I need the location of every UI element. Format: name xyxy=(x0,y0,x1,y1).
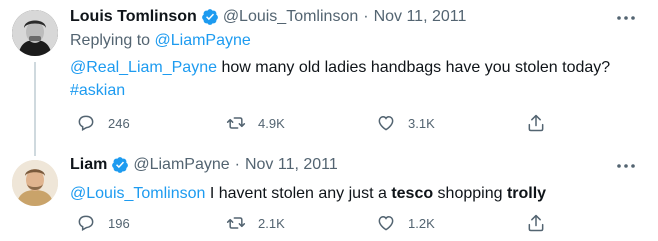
verified-badge-icon xyxy=(201,9,218,25)
share-icon xyxy=(528,214,544,232)
hashtag-link[interactable]: #askian xyxy=(70,82,125,99)
tweet-text-part: shopping xyxy=(433,185,507,202)
tweet-text-bold: trolly xyxy=(506,185,547,202)
tweet-text: @Real_Liam_Payne how many old ladies han… xyxy=(70,56,644,102)
replying-to: Replying to @LiamPayne xyxy=(70,32,644,54)
tweet-header: Louis Tomlinson @Louis_Tomlinson · Nov 1… xyxy=(70,6,644,28)
display-name[interactable]: Liam xyxy=(70,156,107,174)
tweet-content: Liam @LiamPayne · Nov 11, 2011 @Louis_To… xyxy=(70,154,644,205)
retweet-count: 2.1K xyxy=(258,215,285,231)
retweet-count: 4.9K xyxy=(258,115,285,131)
like-button[interactable]: 3.1K xyxy=(370,113,520,133)
tweet-content: Louis Tomlinson @Louis_Tomlinson · Nov 1… xyxy=(70,6,644,102)
tweet-liam[interactable]: Liam @LiamPayne · Nov 11, 2011 @Louis_To… xyxy=(0,148,658,241)
like-count: 3.1K xyxy=(408,115,435,131)
handle[interactable]: @Louis_Tomlinson xyxy=(223,8,358,26)
thread-line xyxy=(34,62,36,156)
more-icon[interactable] xyxy=(614,10,638,26)
mention-link[interactable]: @Real_Liam_Payne xyxy=(70,59,217,76)
display-name[interactable]: Louis Tomlinson xyxy=(70,8,197,26)
more-icon[interactable] xyxy=(614,158,638,174)
reply-icon xyxy=(78,215,94,231)
separator: · xyxy=(234,156,240,173)
share-button[interactable] xyxy=(520,213,558,233)
tweet-text-main: how many old ladies handbags have you st… xyxy=(217,59,611,76)
like-icon xyxy=(378,115,394,131)
reply-count: 196 xyxy=(108,215,130,231)
reply-icon xyxy=(78,115,94,131)
reply-button[interactable]: 246 xyxy=(70,113,220,133)
retweet-icon xyxy=(226,217,246,229)
tweet-actions: 196 2.1K 1.2K xyxy=(70,211,590,235)
share-icon xyxy=(528,114,544,132)
tweet-actions: 246 4.9K 3.1K xyxy=(70,111,590,135)
tweet-louis[interactable]: Louis Tomlinson @Louis_Tomlinson · Nov 1… xyxy=(0,0,658,156)
avatar[interactable] xyxy=(12,160,58,206)
retweet-button[interactable]: 2.1K xyxy=(220,213,370,233)
tweet-header: Liam @LiamPayne · Nov 11, 2011 xyxy=(70,154,644,176)
tweet-text: @Louis_Tomlinson I havent stolen any jus… xyxy=(70,182,644,205)
tweet-date[interactable]: Nov 11, 2011 xyxy=(245,156,338,174)
share-button[interactable] xyxy=(520,113,558,133)
like-icon xyxy=(378,215,394,231)
separator: · xyxy=(363,8,369,25)
retweet-button[interactable]: 4.9K xyxy=(220,113,370,133)
like-count: 1.2K xyxy=(408,215,435,231)
like-button[interactable]: 1.2K xyxy=(370,213,520,233)
replying-to-link[interactable]: @LiamPayne xyxy=(155,32,251,49)
mention-link[interactable]: @Louis_Tomlinson xyxy=(70,185,205,202)
replying-prefix: Replying to xyxy=(70,32,155,49)
handle[interactable]: @LiamPayne xyxy=(133,156,229,174)
verified-badge-icon xyxy=(112,157,129,173)
tweet-text-part: I havent stolen any just a xyxy=(205,185,392,202)
tweet-date[interactable]: Nov 11, 2011 xyxy=(374,8,467,26)
reply-button[interactable]: 196 xyxy=(70,213,220,233)
reply-count: 246 xyxy=(108,115,130,131)
tweet-text-bold: tesco xyxy=(391,185,434,202)
retweet-icon xyxy=(226,117,246,129)
avatar[interactable] xyxy=(12,10,58,56)
